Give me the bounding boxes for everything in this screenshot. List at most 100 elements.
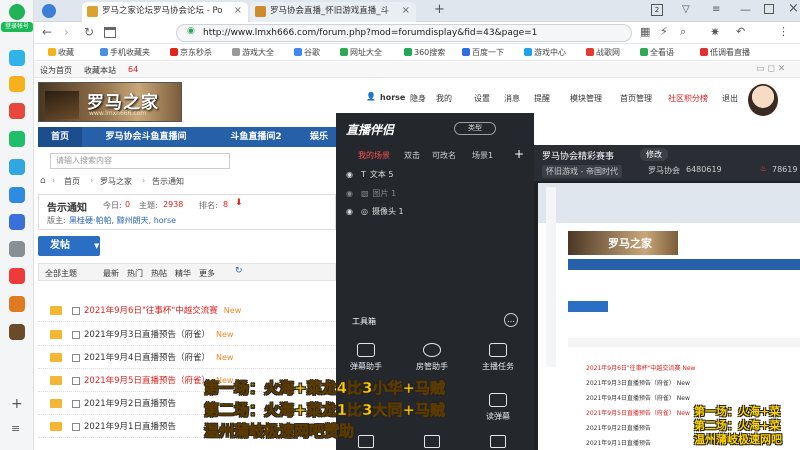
bookmark-item[interactable]: 游戏大全 — [232, 47, 274, 58]
mail-icon[interactable] — [9, 214, 25, 230]
thread-title[interactable]: 2021年9月4日直播预告（府雀） — [84, 353, 210, 363]
moderators[interactable]: 黑桂硬·帕帕, 黥州朗天, horse — [69, 215, 176, 226]
thread-checkbox[interactable] — [72, 377, 80, 385]
thread-checkbox[interactable] — [72, 307, 80, 315]
bookmark-item[interactable]: 战歌网 — [586, 47, 620, 58]
navigate-icon[interactable] — [42, 4, 56, 18]
menu-icon[interactable]: ≡ — [712, 4, 720, 15]
edit-title-button[interactable]: 修改 — [640, 148, 668, 161]
new-tab-icon[interactable]: + — [434, 2, 445, 17]
thread-checkbox[interactable] — [72, 331, 80, 339]
scene-tab[interactable]: 双击 — [404, 150, 420, 161]
filter-hot[interactable]: 热门 — [127, 268, 143, 279]
thread-title[interactable]: 2021年9月5日直播预告（府雀） — [84, 376, 210, 386]
bookmark-item[interactable]: 谷歌 — [294, 47, 320, 58]
thread-row[interactable]: 2021年9月4日直播预告（府雀） New — [38, 347, 336, 369]
nav-item[interactable]: 斗鱼直播间2 — [216, 127, 296, 147]
close-tab-icon[interactable]: × — [402, 2, 410, 20]
scene-item[interactable]: ◉ ▧ 图片 1 — [346, 187, 396, 201]
nav-item[interactable]: 娱乐 — [304, 127, 334, 147]
thread-title[interactable]: 2021年9月2日直播预告 — [84, 399, 176, 409]
filter-digest[interactable]: 精华 — [175, 268, 191, 279]
search-input[interactable]: 请输入搜索内容 — [50, 153, 230, 169]
thread-title[interactable]: 2021年9月3日直播预告（府雀） — [84, 330, 210, 340]
bookmark-item[interactable]: 全看语 — [640, 47, 674, 58]
close-tab-icon[interactable]: × — [234, 2, 242, 20]
stream-category[interactable]: 怀旧游戏 - 帝国时代 — [542, 165, 622, 178]
scene-tab[interactable]: 我的场景 — [358, 150, 390, 161]
user-menu-item[interactable]: 退出 — [722, 93, 738, 104]
game-icon[interactable] — [9, 296, 25, 312]
add-scene-icon[interactable]: + — [514, 147, 524, 161]
breadcrumb-item[interactable]: 首页 — [64, 176, 80, 187]
tool-tasks[interactable]: 主播任务 — [472, 343, 524, 372]
status[interactable]: 隐身 — [410, 93, 426, 104]
lightning-icon[interactable]: ⚡ — [660, 25, 668, 38]
thread-checkbox[interactable] — [72, 423, 80, 431]
bookmark-item[interactable]: 网址大全 — [340, 47, 382, 58]
tool-read-danmaku[interactable]: 读弹幕 — [472, 393, 524, 422]
scene-tab[interactable]: 场景1 — [472, 150, 493, 161]
star-icon[interactable] — [9, 76, 25, 92]
gift-icon[interactable] — [424, 435, 440, 448]
chat-icon[interactable] — [9, 131, 25, 147]
app-icon[interactable] — [9, 268, 25, 284]
set-home-link[interactable]: 设为首页 — [40, 65, 72, 76]
tool-room-admin[interactable]: 房管助手 — [406, 343, 458, 372]
breadcrumb-item[interactable]: 罗马之家 — [100, 176, 132, 187]
user-menu-item[interactable]: 消息 — [504, 93, 520, 104]
site-banner[interactable]: 罗马之家 www.lmxh666.com — [38, 82, 182, 122]
search-icon[interactable]: ⌕ — [680, 25, 686, 39]
undo-icon[interactable]: ↶ — [736, 25, 745, 38]
refresh-icon[interactable]: ↻ — [235, 266, 243, 276]
settings-icon[interactable]: ✷ — [710, 25, 720, 39]
scene-tab[interactable]: 可改名 — [432, 150, 456, 161]
nav-item[interactable]: 首页 — [38, 127, 82, 147]
download-icon[interactable] — [358, 435, 374, 448]
bookmark-item[interactable]: 360搜索 — [404, 47, 445, 58]
user-menu-item[interactable]: 设置 — [474, 93, 490, 104]
back-icon[interactable]: ← — [42, 25, 52, 39]
thread-row[interactable]: 2021年9月6日"往事杯"中越交流赛 New — [38, 300, 336, 322]
thread-row[interactable]: 2021年9月3日直播预告（府雀） New — [38, 324, 336, 346]
more-icon[interactable]: ⋮ — [778, 25, 789, 38]
menu-icon[interactable]: ≡ — [11, 422, 20, 435]
user-menu-item[interactable]: 首页管理 — [620, 93, 652, 104]
filter-more[interactable]: 更多 — [199, 268, 215, 279]
window-controls-icon[interactable]: ▭ ◻ ✕ — [756, 64, 785, 74]
filter-hottest[interactable]: 热帖 — [151, 268, 167, 279]
filter-latest[interactable]: 最新 — [103, 268, 119, 279]
scene-item[interactable]: ◉ ◎ 摄像头 1 — [346, 205, 404, 219]
bookmark-item[interactable]: 低调看直播 — [700, 47, 750, 58]
tab-forum[interactable]: 罗马之家论坛罗马协会论坛 - Po × — [82, 2, 248, 22]
breadcrumb-item[interactable]: 告示通知 — [152, 176, 184, 187]
forward-icon[interactable]: › — [64, 25, 69, 39]
tab-live[interactable]: 罗马协会直播_怀旧游戏直播_斗 × — [250, 2, 416, 22]
nav-item[interactable]: 罗马协会斗鱼直播间 — [88, 127, 204, 147]
add-icon[interactable]: + — [11, 396, 23, 412]
qr-icon[interactable]: ▦ — [640, 25, 650, 38]
scene-item[interactable]: ◉ T 文本 5 — [346, 168, 394, 182]
doc-icon[interactable] — [9, 241, 25, 257]
sidebar-app-icon[interactable] — [9, 50, 25, 66]
tool-icon[interactable] — [490, 435, 506, 448]
bookmark-item[interactable]: 百度一下 — [462, 47, 504, 58]
more-icon[interactable]: … — [504, 313, 518, 327]
home-icon[interactable] — [104, 27, 116, 38]
bookmark-item[interactable]: 游戏中心 — [524, 47, 566, 58]
thread-title[interactable]: 2021年9月1日直播预告 — [84, 422, 176, 432]
user-menu-item[interactable]: 模块管理 — [570, 93, 602, 104]
thread-title[interactable]: 2021年9月6日"往事杯"中越交流赛 — [84, 306, 218, 316]
refresh-icon[interactable]: ↻ — [84, 25, 94, 39]
username[interactable]: horse — [380, 93, 405, 102]
thread-checkbox[interactable] — [72, 400, 80, 408]
sidebar-app-icon[interactable] — [9, 159, 25, 175]
browser-logo-icon[interactable] — [9, 4, 25, 20]
user-menu-item[interactable]: 提醒 — [534, 93, 550, 104]
login-label[interactable]: 登录帐号 — [1, 22, 33, 32]
address-input[interactable]: ◉ http://www.lmxh666.com/forum.php?mod=f… — [176, 24, 632, 42]
filter-all[interactable]: 全部主题 — [45, 268, 77, 279]
bookmark-item[interactable]: 京东秒杀 — [170, 47, 212, 58]
ip-icon[interactable] — [9, 187, 25, 203]
shirt-icon[interactable]: ▽ — [682, 4, 690, 15]
